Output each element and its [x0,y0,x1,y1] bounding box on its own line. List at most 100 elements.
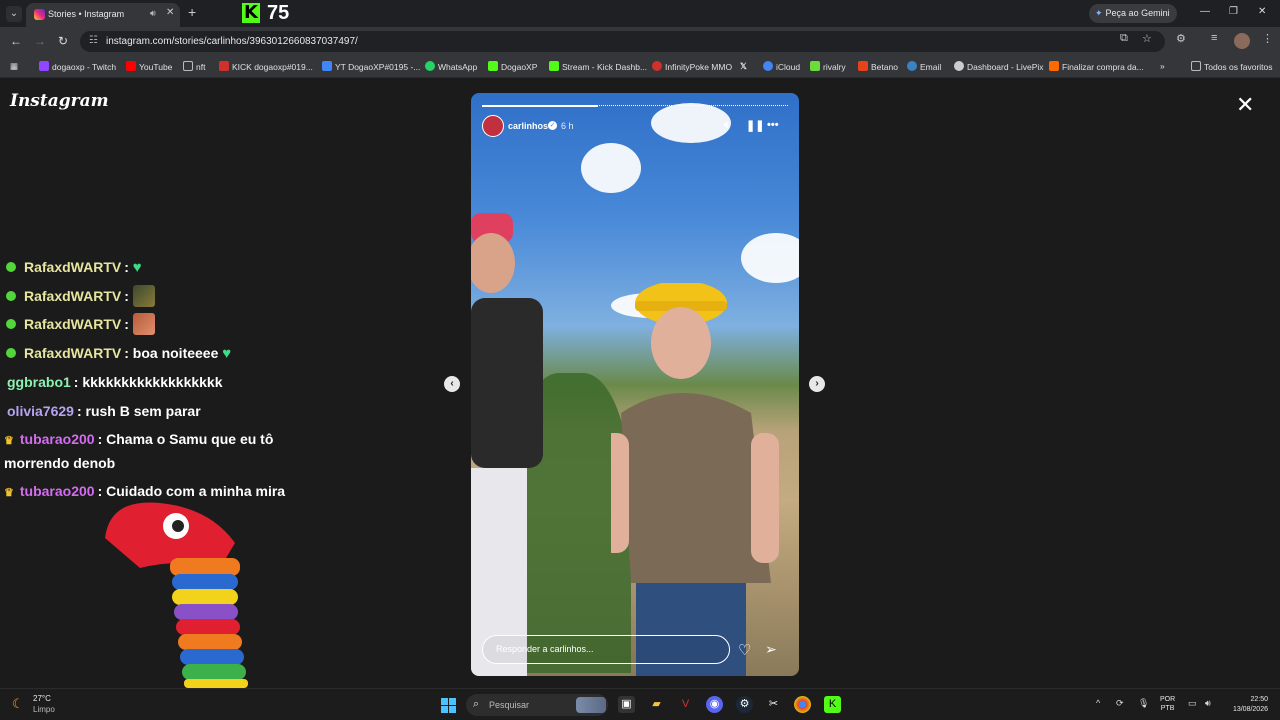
tab-instagram-stories[interactable]: Stories • Instagram 🔊︎ ✕ [26,3,180,27]
tab-search-button[interactable]: ⌄ [6,6,22,22]
chat-username: RafaxdWARTV [24,288,122,304]
tab-audio-icon[interactable]: 🔊︎ [150,8,156,19]
story-person-right [611,283,779,676]
bookmark-item[interactable]: rivalry [810,61,846,72]
media-control-icon[interactable]: ≡ [1211,32,1217,44]
bookmark-item[interactable]: InfinityPoke MMO [652,61,732,72]
site-info-icon[interactable]: ☷ [89,35,98,46]
close-story-icon[interactable]: ✕ [1236,94,1254,116]
chat-message: RafaxdWARTV: ♥ [6,256,142,279]
folder-icon [1191,61,1201,71]
green-heart-icon: ♥ [132,259,142,276]
windows-start-icon[interactable] [441,698,456,713]
all-bookmarks[interactable]: Todos os favoritos [1191,61,1273,72]
kick-viewer-count: 75 [267,2,290,24]
bookmark-item[interactable]: 𝕏 [740,61,747,72]
bookmark-item[interactable]: iCloud [763,61,800,72]
bookmark-item[interactable]: Finalizar compra da... [1049,61,1144,72]
snipping-tool-icon[interactable]: ✂ [765,696,782,713]
browser-menu-icon[interactable]: ⋮ [1262,32,1273,45]
language-indicator[interactable]: POR PTB [1160,695,1175,713]
volume-icon[interactable]: 🔊︎ [1205,698,1211,709]
bookmark-item[interactable]: Betano [858,61,898,72]
windows-taskbar: ☾ 27°C Limpo ⌕ Pesquisar ▣ ▰ V ◉ ⚙ ✂ K ^… [0,688,1280,720]
bookmark-item[interactable]: YT DogaoXP#0195 -... [322,61,420,72]
chat-colon: : [124,345,133,361]
network-icon[interactable]: ▭ [1188,698,1197,709]
valorant-icon[interactable]: V [677,696,694,713]
chat-text: Chama o Samu que eu tô [106,431,274,447]
instagram-logo[interactable]: Instagram [10,91,109,111]
bookmark-item[interactable]: KICK dogaoxp#019... [219,61,313,72]
verified-badge-icon [6,262,16,272]
extensions-icon[interactable]: ⚙ [1176,32,1186,45]
bookmark-item[interactable]: YouTube [126,61,172,72]
chat-message: RafaxdWARTV: [6,285,155,308]
address-bar[interactable]: ☷ instagram.com/stories/carlinhos/396301… [80,31,1165,52]
bookmark-item[interactable]: Email [907,61,941,72]
betano-icon [858,61,868,71]
bookmark-item[interactable]: dogaoxp - Twitch [39,61,116,72]
tab-close-icon[interactable]: ✕ [166,7,174,18]
story-cloud [741,233,799,283]
window-close-icon[interactable]: ✕ [1258,6,1266,17]
bookmark-item[interactable]: Stream - Kick Dashb... [549,61,647,72]
bookmark-item[interactable]: WhatsApp [425,61,477,72]
bookmark-item[interactable]: Dashboard - LivePix [954,61,1044,72]
story-username[interactable]: carlinhos [508,121,548,131]
reload-icon[interactable]: ↻ [58,34,68,48]
taskbar-clock[interactable]: 22:50 13/08/2026 [1222,695,1268,715]
steam-icon[interactable]: ⚙ [736,696,753,713]
new-tab-button[interactable]: + [188,4,196,20]
mute-icon[interactable]: 🔈︎ [724,119,731,132]
chat-username: tubarao200 [19,431,95,447]
gemini-spark-icon: ✦ [1095,8,1103,18]
crown-badge-icon: ♛ [4,435,14,447]
apps-grid-icon[interactable]: ▦ [10,61,18,72]
story-viewer[interactable]: carlinhos ✓ 6 h 🔈︎ ❚❚ ••• Responder a ca… [471,93,799,676]
microphone-icon[interactable]: 🎙︎ [1138,698,1149,709]
task-view-icon[interactable]: ▣ [618,696,635,713]
search-placeholder: Pesquisar [489,700,530,710]
forward-arrow-icon[interactable]: → [34,34,46,48]
story-user-avatar[interactable] [482,115,504,137]
youtube-studio-icon [322,61,332,71]
more-options-icon[interactable]: ••• [767,119,779,131]
address-url: instagram.com/stories/carlinhos/39630126… [106,36,358,47]
bookmark-folder[interactable]: nft [183,61,205,72]
minimize-icon[interactable]: — [1200,6,1210,17]
weather-desc: Limpo [33,705,55,714]
pause-icon[interactable]: ❚❚ [746,119,764,132]
email-icon [907,61,917,71]
tray-overflow-icon[interactable]: ^ [1096,698,1100,708]
discord-icon[interactable]: ◉ [706,696,723,713]
file-explorer-icon[interactable]: ▰ [648,696,665,713]
chat-emote-icon [132,285,155,307]
kick-app-icon[interactable]: K [824,696,841,713]
search-icon: ⌕ [473,698,480,710]
like-heart-icon[interactable]: ♡ [738,641,751,659]
chat-text: boa noiteeee [132,345,219,361]
reply-input[interactable]: Responder a carlinhos... [482,635,730,664]
restore-icon[interactable]: ❐ [1229,6,1238,17]
bookmark-item[interactable]: DogaoXP [488,61,537,72]
bookmarks-overflow-icon[interactable]: » [1160,61,1165,71]
gemini-button-label: Peça ao Gemini [1105,8,1170,18]
back-arrow-icon[interactable]: ← [10,34,22,48]
chrome-icon[interactable] [794,696,811,713]
weather-moon-icon[interactable]: ☾ [12,696,24,712]
bookmark-star-icon[interactable]: ☆ [1142,32,1152,45]
language-code: POR [1160,696,1176,703]
story-time: 6 h [561,121,574,131]
send-direct-icon[interactable]: ➢ [765,641,777,658]
previous-story-arrow-icon[interactable]: ‹ [444,376,460,392]
gemini-button[interactable]: ✦ Peça ao Gemini [1089,4,1177,23]
next-story-arrow-icon[interactable]: › [809,376,825,392]
taskbar-search[interactable]: ⌕ Pesquisar [466,694,608,716]
cast-icon[interactable]: ⧉ [1120,32,1128,45]
profile-avatar[interactable] [1234,33,1250,49]
tray-app-icon[interactable]: ⟳ [1116,698,1124,709]
chat-message: RafaxdWARTV: [6,313,155,336]
chat-colon: : [124,288,133,304]
chat-message: ♛ tubarao200: Chama o Samu que eu tô [4,428,273,453]
